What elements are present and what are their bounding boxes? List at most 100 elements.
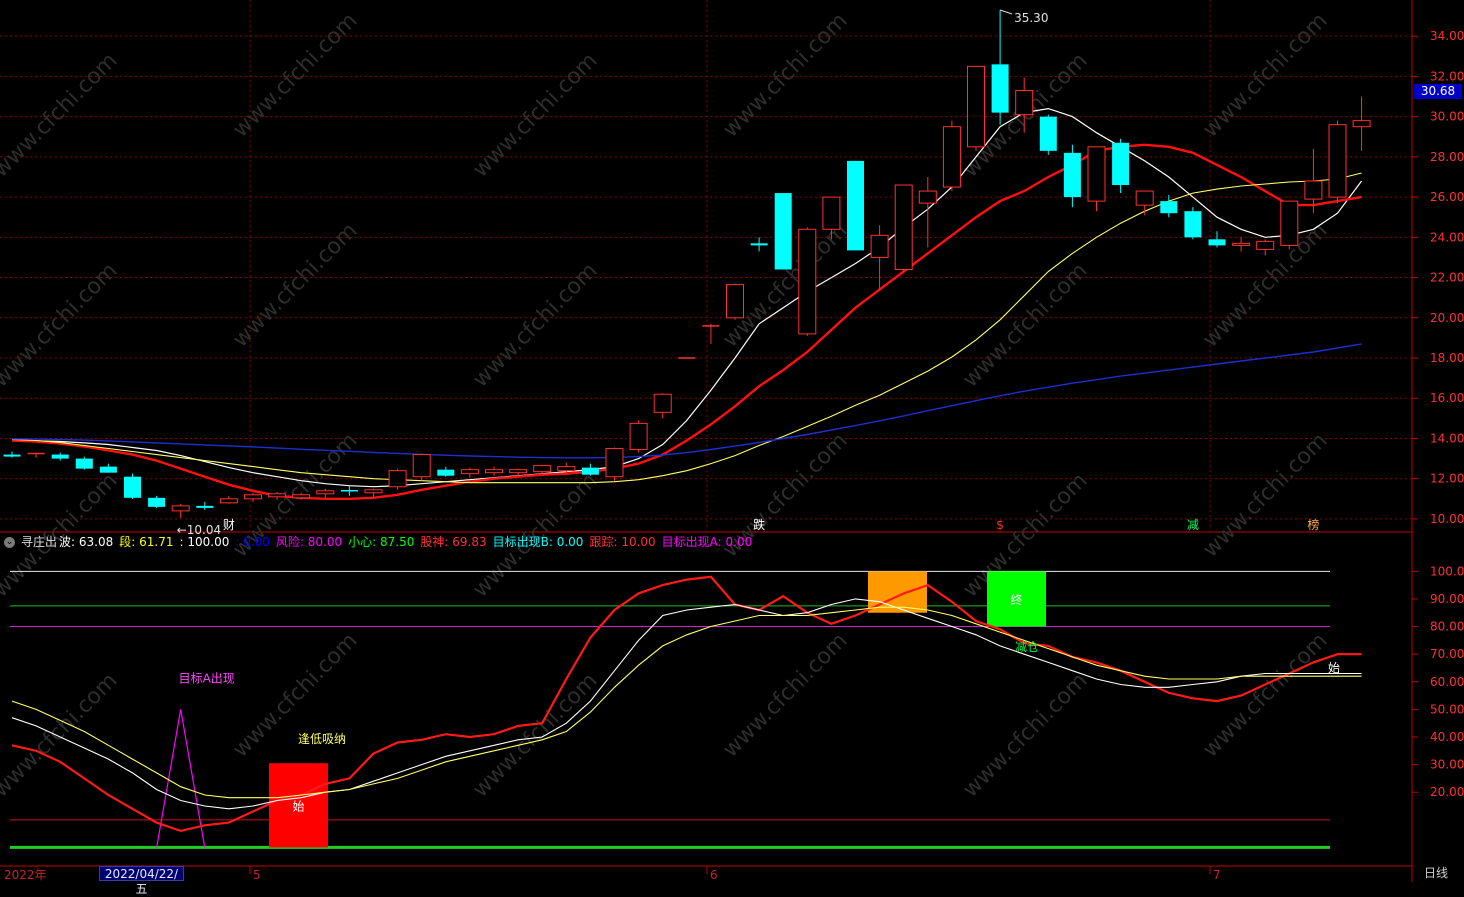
indicator-annotation: 逢低吸纳 [298,732,346,746]
candle-body-up [557,466,576,472]
candle[interactable] [847,160,864,251]
candle-body-up [1304,180,1323,200]
watermark-text: www.cfchi.com [718,8,852,142]
candle[interactable] [99,463,117,473]
indicator-legend-bar: ⌄ 寻庄出 波: 63.08 段: 61.71: 100.00: 0.00 风险: 80… [0,533,1412,551]
indicator-field: 小心: 87.50 [348,535,415,549]
candle[interactable] [388,468,407,490]
x-axis-month-label: 7 [1213,868,1221,882]
candle[interactable] [1063,144,1081,208]
grid-lines [0,0,1412,533]
candle[interactable] [148,495,166,508]
candle[interactable] [316,488,335,498]
candle[interactable] [942,120,961,192]
candle[interactable] [124,473,141,499]
segment-line [11,606,1362,799]
chart-canvas[interactable]: www.cfchi.com www.cfchi.com www.cfchi.com w… [0,0,1464,882]
signal-block-label: 始 [292,799,304,813]
candle-body-up [364,489,383,494]
candle-body-down [991,64,1009,113]
candle-body-up [967,65,985,148]
candle-body-up [1328,124,1347,198]
candle[interactable] [1039,114,1057,155]
candle[interactable] [1208,231,1226,248]
candle[interactable] [918,176,937,248]
candle-body-up [412,454,431,478]
candle[interactable] [412,453,431,481]
candle[interactable] [27,452,45,458]
candle[interactable] [460,467,479,478]
wave-line [11,598,1362,810]
indicator-field-value: 63.08 [78,535,114,549]
candle[interactable] [702,323,720,344]
candle-body-up [316,490,335,495]
high-price-label: 35.30 [1014,11,1048,25]
period-label[interactable]: 日线 [1424,866,1448,881]
candle[interactable] [244,492,262,502]
candle[interactable] [485,466,503,476]
candle[interactable] [1328,120,1347,204]
candle[interactable] [196,501,214,510]
candle[interactable] [1256,239,1275,256]
candle[interactable] [1087,146,1106,212]
price-axis-label: 24.00 [1430,230,1464,244]
candle[interactable] [340,485,358,496]
indicator-field: 目标出现B: 0.00 [492,535,584,549]
candle-body-down [124,476,141,498]
event-marker: 财 [223,518,235,532]
watermark-text: www.cfchi.com [228,218,362,352]
candle-body-down [148,497,166,507]
event-marker: 榜 [1307,517,1319,532]
candle-body-down [1063,152,1081,198]
candle[interactable] [605,447,624,481]
candle-body-up [605,448,624,478]
signal-block-label: 终 [1010,592,1022,607]
candle-body-down [581,467,599,475]
watermark-text: www.cfchi.com [718,628,852,762]
price-axis-label: 14.00 [1430,431,1464,445]
candle[interactable] [653,393,672,419]
candle[interactable] [1184,207,1202,240]
candle-body-up [653,393,672,413]
candle-body-up [460,469,479,475]
cursor-date-box: 2022/04/22/五 [99,866,184,896]
candle[interactable] [1112,138,1130,194]
candle[interactable] [870,225,889,290]
candle[interactable] [894,184,913,272]
indicator-field: : 0.00 [235,535,270,549]
indicator-annotation: 减仓 [1015,640,1039,654]
candle[interactable] [171,503,190,519]
indicator-field-label: 段 [119,535,132,549]
indicator-field-label: 目标出现A [661,535,718,549]
candle[interactable] [437,466,455,477]
indicator-field-label: 波 [59,535,72,549]
candle[interactable] [774,193,792,270]
candlestick-series[interactable] [3,10,1371,519]
indicator-field-label: 小心 [348,535,373,549]
candle[interactable] [991,10,1009,125]
candle[interactable] [798,227,817,336]
candle[interactable] [3,451,21,458]
collapse-toggle-icon[interactable]: ⌄ [4,537,15,548]
candle[interactable] [1232,237,1251,252]
ma5-line [11,107,1363,488]
candle[interactable] [750,237,768,252]
candle[interactable] [1160,195,1178,218]
candle[interactable] [1135,190,1154,216]
candle[interactable] [581,463,599,476]
candle[interactable] [1280,200,1299,250]
candle[interactable] [219,495,238,504]
candle[interactable] [967,65,985,151]
candle-body-down [1112,142,1130,186]
x-axis-month-label: 6 [710,868,718,882]
candle[interactable] [364,488,383,497]
candle[interactable] [75,456,93,470]
candle-body-up [268,493,287,498]
moving-average-lines [11,107,1363,500]
price-axis-label: 20.00 [1430,311,1464,325]
indicator-field-value: 0.00 [556,535,584,549]
candle[interactable] [1352,96,1371,151]
candle[interactable] [726,283,744,320]
candle[interactable] [629,420,648,453]
candle[interactable] [51,452,69,461]
